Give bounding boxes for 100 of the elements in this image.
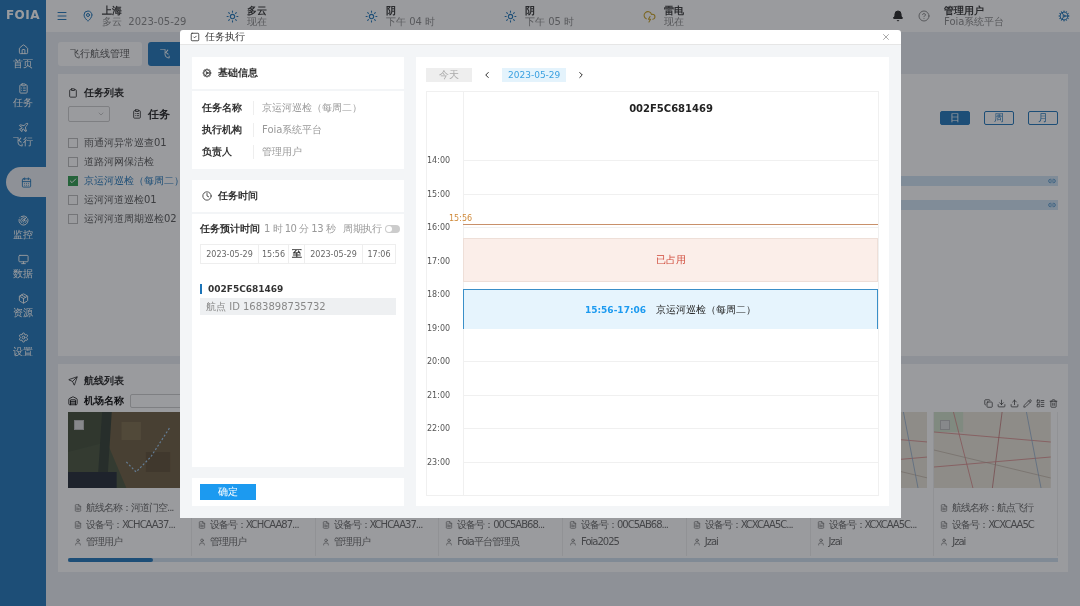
user-icon <box>816 537 825 546</box>
user-icon <box>321 537 330 546</box>
checkbox[interactable] <box>68 137 78 148</box>
field-label: 执行机构 <box>202 123 254 137</box>
sun-icon <box>226 9 239 23</box>
hangar-icon <box>68 396 78 406</box>
device-number: 设备号：XCXCAA5C... <box>828 517 917 532</box>
nav-item[interactable]: 数据 <box>13 254 33 281</box>
document-icon <box>940 503 949 512</box>
view-tab[interactable]: 月 <box>1028 111 1058 125</box>
forecast-time: 现在 <box>664 16 684 28</box>
menu-icon[interactable] <box>56 10 68 22</box>
nav-item[interactable]: 首页 <box>13 44 33 71</box>
hour-label: 21:00 <box>427 390 452 399</box>
page-tab[interactable]: 飞行航线管理 <box>58 42 142 66</box>
waypoint-field[interactable]: 航点 ID 1683898735732 <box>200 298 396 315</box>
scrollbar-thumb[interactable] <box>68 558 153 562</box>
checkbox[interactable] <box>68 156 78 167</box>
user-icon <box>940 537 949 546</box>
nav-item[interactable]: 资源 <box>13 293 33 320</box>
device-number: 设备号：XCHCAA37... <box>86 517 175 532</box>
confirm-button[interactable]: 确定 <box>200 484 256 500</box>
field-value: Foia系统平台 <box>262 123 323 137</box>
task-name[interactable]: 运河河道巡检01 <box>84 193 157 206</box>
view-tab[interactable]: 周 <box>984 111 1014 125</box>
nav-item[interactable]: 任务 <box>13 83 33 110</box>
select-field[interactable] <box>68 106 110 122</box>
clipboard-icon <box>68 88 78 98</box>
logo-icon <box>1058 10 1070 22</box>
checkbox[interactable] <box>74 420 84 430</box>
route-owner: 管理用户 <box>333 534 370 549</box>
column-header: 002F5C681469 <box>463 92 878 125</box>
hour-label: 23:00 <box>427 457 452 466</box>
city-name: 上海 <box>102 4 123 16</box>
list-icon[interactable] <box>1036 399 1045 408</box>
delete-icon[interactable] <box>1049 399 1058 408</box>
help-icon[interactable] <box>918 10 930 22</box>
user-icon <box>74 537 82 546</box>
event-block[interactable]: 15:56-17:06 京运河巡检（每周二） <box>463 289 878 329</box>
view-tab[interactable]: 日 <box>940 111 970 125</box>
edit-icon[interactable] <box>1023 399 1032 408</box>
sun-icon <box>365 9 378 23</box>
column-title: 任务 <box>148 106 170 122</box>
route-owner: Jzai <box>704 536 718 547</box>
sun-icon <box>504 9 517 23</box>
device-number: 设备号：XCXCAA5C <box>952 517 1034 532</box>
clipboard-icon <box>17 83 29 94</box>
checkbox[interactable] <box>68 194 78 205</box>
document-icon <box>940 520 949 529</box>
dialog-title: 任务执行 <box>205 30 245 44</box>
route-name: 航线名称：航点飞行 <box>952 500 1034 515</box>
task-name[interactable]: 京运河巡检（每周二） <box>84 174 184 187</box>
checklist-icon <box>190 32 200 42</box>
link-icon <box>1048 177 1056 185</box>
bell-icon[interactable] <box>892 10 904 22</box>
panel-title: 任务列表 <box>84 86 124 100</box>
import-icon[interactable] <box>997 399 1006 408</box>
task-name[interactable]: 道路河网保洁检 <box>84 155 154 168</box>
today-button[interactable]: 今天 <box>426 68 472 82</box>
close-icon[interactable] <box>881 32 891 42</box>
nav-item[interactable]: 设置 <box>13 332 33 359</box>
nav-item[interactable]: 监控 <box>13 215 33 242</box>
radar-icon <box>17 215 29 226</box>
device-number: 设备号：XCHCAA87... <box>209 517 299 532</box>
checkbox[interactable] <box>68 175 78 186</box>
weather-condition: 阴 <box>386 4 397 16</box>
link-icon <box>1048 201 1056 209</box>
hour-label: 17:00 <box>427 256 452 265</box>
route-owner: Foia2025 <box>581 536 619 547</box>
device-number: 设备号：XCHCAA37... <box>333 517 423 532</box>
calendar-icon <box>20 176 32 188</box>
previous-icon[interactable] <box>482 70 492 80</box>
weather-condition: 雷电 <box>664 4 684 16</box>
date-chip[interactable]: 2023-05-29 <box>502 68 567 82</box>
weather-condition: 多云 <box>247 4 267 16</box>
filter-label: 机场名称 <box>84 394 124 408</box>
document-icon <box>816 520 825 529</box>
export-icon[interactable] <box>1010 399 1019 408</box>
task-name[interactable]: 雨通河异常巡查01 <box>84 136 167 149</box>
nav-item[interactable] <box>6 167 46 197</box>
user-icon <box>445 537 454 546</box>
device-number: 设备号：00C5AB68... <box>581 517 669 532</box>
check-icon <box>69 176 77 185</box>
occupied-block: 已占用 <box>463 238 878 282</box>
nav-item[interactable]: 飞行 <box>13 122 33 149</box>
repeat-label: 周期执行 <box>343 222 382 236</box>
package-icon <box>17 293 29 304</box>
copy-icon[interactable] <box>984 399 993 408</box>
task-name[interactable]: 运河河道周期巡检02 <box>84 212 177 225</box>
checkbox[interactable] <box>68 213 78 224</box>
monitor-icon <box>17 254 29 265</box>
document-icon <box>569 520 577 529</box>
repeat-switch[interactable] <box>385 225 401 233</box>
device-id: 002F5C681469 <box>200 284 396 294</box>
home-icon <box>17 44 29 55</box>
location-icon <box>82 10 94 22</box>
caret-icon <box>97 110 105 118</box>
hour-label: 14:00 <box>427 155 452 165</box>
gear-icon <box>202 68 212 78</box>
location-weather: 多云 2023-05-29 <box>102 16 187 28</box>
